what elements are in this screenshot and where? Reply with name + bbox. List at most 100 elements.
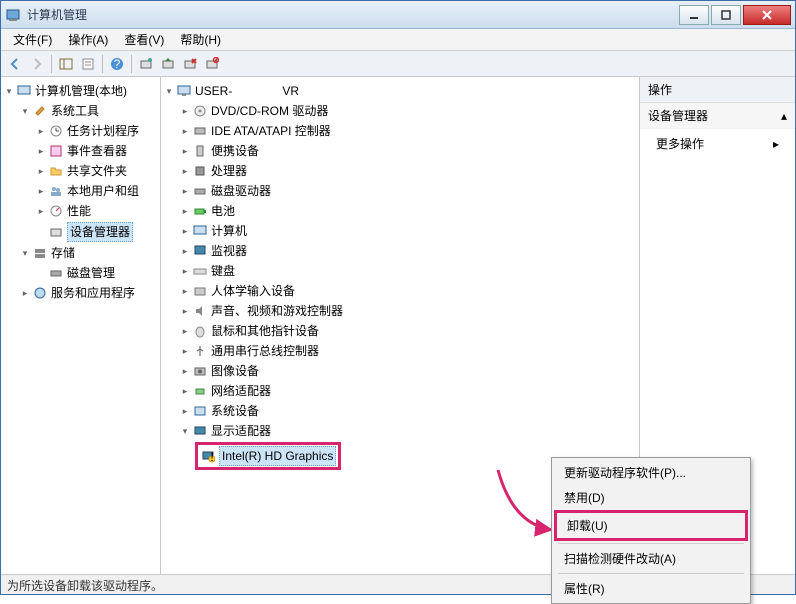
window-title: 计算机管理 xyxy=(27,6,677,23)
menu-file[interactable]: 文件(F) xyxy=(5,29,60,50)
dev-root[interactable]: ▾ USER-VR xyxy=(163,81,637,101)
menu-action[interactable]: 操作(A) xyxy=(60,29,116,50)
menubar: 文件(F) 操作(A) 查看(V) 帮助(H) xyxy=(1,29,795,51)
services-icon xyxy=(32,285,48,301)
tree-label: 磁盘管理 xyxy=(67,264,115,282)
tree-storage[interactable]: ▾ 存储 xyxy=(19,243,158,263)
window-buttons xyxy=(677,5,791,25)
diskdrive-icon xyxy=(192,183,208,199)
cm-scan[interactable]: 扫描检测硬件改动(A) xyxy=(554,546,748,571)
uninstall-button[interactable] xyxy=(180,54,200,74)
tree-eventviewer[interactable]: ▸事件查看器 xyxy=(35,141,158,161)
usb-icon xyxy=(192,343,208,359)
dev-dvd[interactable]: ▸DVD/CD-ROM 驱动器 xyxy=(179,101,637,121)
folder-icon xyxy=(48,163,64,179)
dev-hid[interactable]: ▸人体学输入设备 xyxy=(179,281,637,301)
titlebar[interactable]: 计算机管理 xyxy=(1,1,795,29)
dev-monitor[interactable]: ▸监视器 xyxy=(179,241,637,261)
tree-label: 系统工具 xyxy=(51,102,99,120)
storage-icon xyxy=(32,245,48,261)
cm-separator xyxy=(558,543,744,544)
left-tree-pane[interactable]: ▾ 计算机管理(本地) ▾ 系统工具 ▸任务计划程序 xyxy=(1,77,161,574)
tree-systools[interactable]: ▾ 系统工具 xyxy=(19,101,158,121)
update-drv-button[interactable] xyxy=(158,54,178,74)
menu-view[interactable]: 查看(V) xyxy=(116,29,172,50)
tree-diskmgmt[interactable]: 磁盘管理 xyxy=(35,263,158,283)
help-button[interactable]: ? xyxy=(107,54,127,74)
ide-icon xyxy=(192,123,208,139)
svg-text:?: ? xyxy=(114,57,121,71)
disable-button[interactable] xyxy=(202,54,222,74)
properties-button[interactable] xyxy=(78,54,98,74)
menu-help[interactable]: 帮助(H) xyxy=(172,29,229,50)
dev-imaging[interactable]: ▸图像设备 xyxy=(179,361,637,381)
tree-label: 服务和应用程序 xyxy=(51,284,135,302)
dev-sysdev[interactable]: ▸系统设备 xyxy=(179,401,637,421)
tree-label: 性能 xyxy=(67,202,91,220)
tree-label: 本地用户和组 xyxy=(67,182,139,200)
dev-diskdrive[interactable]: ▸磁盘驱动器 xyxy=(179,181,637,201)
perf-icon xyxy=(48,203,64,219)
dev-display[interactable]: ▾显示适配器 xyxy=(179,421,637,441)
status-text: 为所选设备卸载该驱动程序。 xyxy=(7,579,163,593)
body-panes: ▾ 计算机管理(本地) ▾ 系统工具 ▸任务计划程序 xyxy=(1,77,795,574)
cm-uninstall[interactable]: 卸载(U) xyxy=(557,513,745,538)
expand-icon[interactable]: ▸ xyxy=(35,205,47,217)
tree-root[interactable]: ▾ 计算机管理(本地) xyxy=(3,81,158,101)
cm-properties[interactable]: 属性(R) xyxy=(554,576,748,601)
battery-icon xyxy=(192,203,208,219)
collapse-icon[interactable]: ▾ xyxy=(3,85,15,97)
expand-icon[interactable]: ▸ xyxy=(35,185,47,197)
toolbar: ? xyxy=(1,51,795,77)
tree-services[interactable]: ▸ 服务和应用程序 xyxy=(19,283,158,303)
svg-text:!: ! xyxy=(210,450,213,463)
tree-perf[interactable]: ▸ 性能 xyxy=(35,201,158,221)
dev-portable[interactable]: ▸便携设备 xyxy=(179,141,637,161)
sound-icon xyxy=(192,303,208,319)
dev-mouse[interactable]: ▸鼠标和其他指针设备 xyxy=(179,321,637,341)
dev-ide[interactable]: ▸IDE ATA/ATAPI 控制器 xyxy=(179,121,637,141)
computer-icon xyxy=(16,83,32,99)
collapse-icon[interactable]: ▾ xyxy=(19,247,31,259)
more-actions[interactable]: 更多操作 ▸ xyxy=(640,129,795,158)
dev-label: USER-VR xyxy=(195,82,299,100)
gpu-icon: ! xyxy=(200,448,216,464)
scan-hw-button[interactable] xyxy=(136,54,156,74)
tree-tasksched[interactable]: ▸任务计划程序 xyxy=(35,121,158,141)
dev-sound[interactable]: ▸声音、视频和游戏控制器 xyxy=(179,301,637,321)
tree-shared[interactable]: ▸共享文件夹 xyxy=(35,161,158,181)
dvd-icon xyxy=(192,103,208,119)
expand-icon[interactable]: ▸ xyxy=(35,165,47,177)
computer-icon xyxy=(192,223,208,239)
back-button[interactable] xyxy=(5,54,25,74)
tree-devmgr[interactable]: 设备管理器 xyxy=(35,221,158,243)
mouse-icon xyxy=(192,323,208,339)
actions-section[interactable]: 设备管理器 ▴ xyxy=(640,103,795,129)
expand-icon[interactable]: ▸ xyxy=(35,125,47,137)
close-button[interactable] xyxy=(743,5,791,25)
collapse-icon[interactable]: ▴ xyxy=(781,109,787,123)
expand-icon[interactable]: ▸ xyxy=(19,287,31,299)
minimize-button[interactable] xyxy=(679,5,709,25)
collapse-icon[interactable]: ▾ xyxy=(179,425,191,437)
tree-users[interactable]: ▸ 本地用户和组 xyxy=(35,181,158,201)
dev-computer[interactable]: ▸计算机 xyxy=(179,221,637,241)
dev-battery[interactable]: ▸电池 xyxy=(179,201,637,221)
dev-usb[interactable]: ▸通用串行总线控制器 xyxy=(179,341,637,361)
dev-cpu[interactable]: ▸处理器 xyxy=(179,161,637,181)
portable-icon xyxy=(192,143,208,159)
maximize-button[interactable] xyxy=(711,5,741,25)
tree-label: 计算机管理(本地) xyxy=(35,82,127,100)
forward-button[interactable] xyxy=(27,54,47,74)
expand-icon[interactable]: ▸ xyxy=(35,145,47,157)
dev-net[interactable]: ▸网络适配器 xyxy=(179,381,637,401)
collapse-icon[interactable]: ▾ xyxy=(19,105,31,117)
mmc-window: 计算机管理 文件(F) 操作(A) 查看(V) 帮助(H) ? xyxy=(0,0,796,595)
collapse-icon[interactable]: ▾ xyxy=(163,85,175,97)
dev-keyboard[interactable]: ▸键盘 xyxy=(179,261,637,281)
device-tree-pane[interactable]: ▾ USER-VR ▸DVD/CD-ROM 驱动器 ▸IDE ATA/ATAPI… xyxy=(161,77,640,574)
show-hide-button[interactable] xyxy=(56,54,76,74)
tree-label: 存储 xyxy=(51,244,75,262)
cm-disable[interactable]: 禁用(D) xyxy=(554,485,748,510)
cm-update-driver[interactable]: 更新驱动程序软件(P)... xyxy=(554,460,748,485)
